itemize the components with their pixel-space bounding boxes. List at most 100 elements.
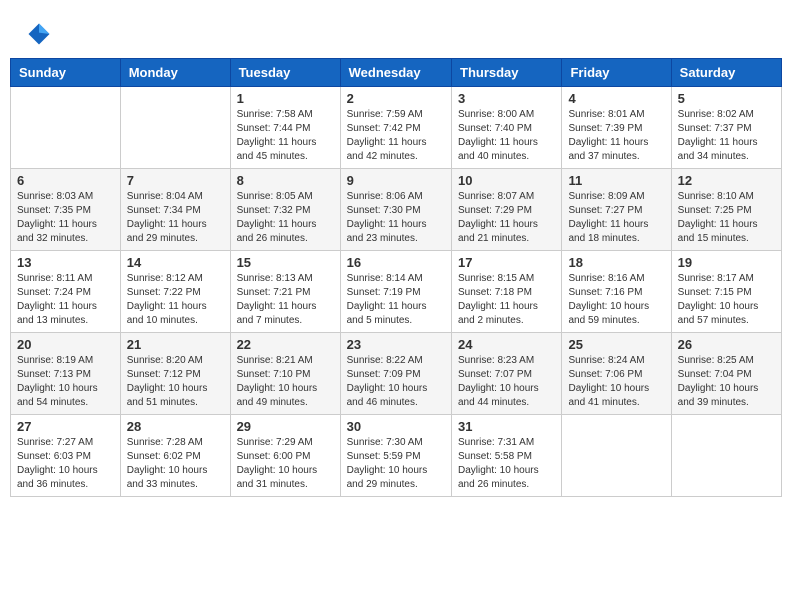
calendar-cell: 2 Sunrise: 7:59 AMSunset: 7:42 PMDaylight… <box>340 87 451 169</box>
day-number: 29 <box>237 419 334 434</box>
calendar-cell: 18 Sunrise: 8:16 AMSunset: 7:16 PMDayligh… <box>562 251 671 333</box>
day-number: 24 <box>458 337 555 352</box>
calendar-cell: 22 Sunrise: 8:21 AMSunset: 7:10 PMDayligh… <box>230 333 340 415</box>
calendar-cell: 9 Sunrise: 8:06 AMSunset: 7:30 PMDaylight… <box>340 169 451 251</box>
day-number: 31 <box>458 419 555 434</box>
calendar-cell: 30 Sunrise: 7:30 AMSunset: 5:59 PMDayligh… <box>340 415 451 497</box>
day-info: Sunrise: 8:23 AMSunset: 7:07 PMDaylight:… <box>458 354 555 410</box>
calendar-cell: 29Sunrise: 7:29 AMSunset: 6:00 PMDayligh… <box>230 415 340 497</box>
day-info: Sunrise: 8:13 AMSunset: 7:21 PMDaylight:… <box>237 272 334 328</box>
day-number: 1 <box>237 91 334 106</box>
day-header-saturday: Saturday <box>671 59 781 87</box>
day-header-thursday: Thursday <box>452 59 562 87</box>
day-number: 13 <box>17 255 114 270</box>
day-info: Sunrise: 8:03 AMSunset: 7:35 PMDaylight:… <box>17 190 114 246</box>
day-number: 28 <box>127 419 224 434</box>
day-header-friday: Friday <box>562 59 671 87</box>
calendar-cell: 14 Sunrise: 8:12 AMSunset: 7:22 PMDayligh… <box>120 251 230 333</box>
calendar-cell: 3 Sunrise: 8:00 AMSunset: 7:40 PMDaylight… <box>452 87 562 169</box>
day-info: Sunrise: 7:27 AMSunset: 6:03 PMDaylight:… <box>17 436 114 492</box>
day-number: 8 <box>237 173 334 188</box>
day-number: 18 <box>568 255 664 270</box>
day-info: Sunrise: 8:15 AMSunset: 7:18 PMDaylight:… <box>458 272 555 328</box>
day-info: Sunrise: 8:01 AMSunset: 7:39 PMDaylight:… <box>568 108 664 164</box>
day-info: Sunrise: 8:11 AMSunset: 7:24 PMDaylight:… <box>17 272 114 328</box>
day-header-monday: Monday <box>120 59 230 87</box>
day-info: Sunrise: 8:19 AMSunset: 7:13 PMDaylight:… <box>17 354 114 410</box>
day-number: 15 <box>237 255 334 270</box>
day-number: 22 <box>237 337 334 352</box>
calendar-cell <box>11 87 121 169</box>
day-info: Sunrise: 8:22 AMSunset: 7:09 PMDaylight:… <box>347 354 445 410</box>
calendar-cell: 12 Sunrise: 8:10 AMSunset: 7:25 PMDayligh… <box>671 169 781 251</box>
calendar-cell: 4 Sunrise: 8:01 AMSunset: 7:39 PMDaylight… <box>562 87 671 169</box>
day-info: Sunrise: 7:31 AMSunset: 5:58 PMDaylight:… <box>458 436 555 492</box>
day-number: 11 <box>568 173 664 188</box>
calendar-cell: 26Sunrise: 8:25 AMSunset: 7:04 PMDayligh… <box>671 333 781 415</box>
day-number: 2 <box>347 91 445 106</box>
day-info: Sunrise: 8:02 AMSunset: 7:37 PMDaylight:… <box>678 108 775 164</box>
day-number: 9 <box>347 173 445 188</box>
calendar-cell: 1 Sunrise: 7:58 AMSunset: 7:44 PMDaylight… <box>230 87 340 169</box>
day-info: Sunrise: 8:21 AMSunset: 7:10 PMDaylight:… <box>237 354 334 410</box>
day-info: Sunrise: 8:16 AMSunset: 7:16 PMDaylight:… <box>568 272 664 328</box>
day-info: Sunrise: 8:17 AMSunset: 7:15 PMDaylight:… <box>678 272 775 328</box>
logo-icon <box>25 20 53 48</box>
calendar-cell: 8 Sunrise: 8:05 AMSunset: 7:32 PMDaylight… <box>230 169 340 251</box>
day-number: 6 <box>17 173 114 188</box>
day-number: 26 <box>678 337 775 352</box>
day-number: 5 <box>678 91 775 106</box>
calendar-cell: 5 Sunrise: 8:02 AMSunset: 7:37 PMDaylight… <box>671 87 781 169</box>
day-number: 16 <box>347 255 445 270</box>
calendar-cell: 20 Sunrise: 8:19 AMSunset: 7:13 PMDayligh… <box>11 333 121 415</box>
day-number: 20 <box>17 337 114 352</box>
day-info: Sunrise: 8:05 AMSunset: 7:32 PMDaylight:… <box>237 190 334 246</box>
day-number: 10 <box>458 173 555 188</box>
day-number: 3 <box>458 91 555 106</box>
calendar-cell: 10 Sunrise: 8:07 AMSunset: 7:29 PMDayligh… <box>452 169 562 251</box>
day-info: Sunrise: 8:00 AMSunset: 7:40 PMDaylight:… <box>458 108 555 164</box>
calendar-cell: 11 Sunrise: 8:09 AMSunset: 7:27 PMDayligh… <box>562 169 671 251</box>
day-number: 17 <box>458 255 555 270</box>
day-number: 4 <box>568 91 664 106</box>
day-info: Sunrise: 7:28 AMSunset: 6:02 PMDaylight:… <box>127 436 224 492</box>
day-number: 25 <box>568 337 664 352</box>
day-number: 23 <box>347 337 445 352</box>
page-header <box>10 10 782 53</box>
day-number: 21 <box>127 337 224 352</box>
logo <box>25 20 57 48</box>
calendar-cell: 21 Sunrise: 8:20 AMSunset: 7:12 PMDayligh… <box>120 333 230 415</box>
day-info: Sunrise: 8:04 AMSunset: 7:34 PMDaylight:… <box>127 190 224 246</box>
day-number: 7 <box>127 173 224 188</box>
calendar: SundayMondayTuesdayWednesdayThursdayFrid… <box>10 58 782 497</box>
day-info: Sunrise: 8:20 AMSunset: 7:12 PMDaylight:… <box>127 354 224 410</box>
calendar-cell: 6 Sunrise: 8:03 AMSunset: 7:35 PMDaylight… <box>11 169 121 251</box>
day-info: Sunrise: 7:58 AMSunset: 7:44 PMDaylight:… <box>237 108 334 164</box>
day-info: Sunrise: 8:12 AMSunset: 7:22 PMDaylight:… <box>127 272 224 328</box>
calendar-cell: 24 Sunrise: 8:23 AMSunset: 7:07 PMDayligh… <box>452 333 562 415</box>
day-info: Sunrise: 7:59 AMSunset: 7:42 PMDaylight:… <box>347 108 445 164</box>
calendar-cell: 7 Sunrise: 8:04 AMSunset: 7:34 PMDaylight… <box>120 169 230 251</box>
day-info: Sunrise: 7:30 AMSunset: 5:59 PMDaylight:… <box>347 436 445 492</box>
calendar-cell: 31 Sunrise: 7:31 AMSunset: 5:58 PMDayligh… <box>452 415 562 497</box>
day-number: 30 <box>347 419 445 434</box>
calendar-cell: 15 Sunrise: 8:13 AMSunset: 7:21 PMDayligh… <box>230 251 340 333</box>
day-header-sunday: Sunday <box>11 59 121 87</box>
day-info: Sunrise: 8:14 AMSunset: 7:19 PMDaylight:… <box>347 272 445 328</box>
day-info: Sunrise: 8:07 AMSunset: 7:29 PMDaylight:… <box>458 190 555 246</box>
day-number: 14 <box>127 255 224 270</box>
day-info: Sunrise: 8:10 AMSunset: 7:25 PMDaylight:… <box>678 190 775 246</box>
day-number: 19 <box>678 255 775 270</box>
calendar-cell <box>120 87 230 169</box>
calendar-cell <box>562 415 671 497</box>
calendar-cell: 17 Sunrise: 8:15 AMSunset: 7:18 PMDayligh… <box>452 251 562 333</box>
day-number: 12 <box>678 173 775 188</box>
day-info: Sunrise: 8:06 AMSunset: 7:30 PMDaylight:… <box>347 190 445 246</box>
calendar-cell: 16 Sunrise: 8:14 AMSunset: 7:19 PMDayligh… <box>340 251 451 333</box>
calendar-cell: 13 Sunrise: 8:11 AMSunset: 7:24 PMDayligh… <box>11 251 121 333</box>
day-info: Sunrise: 8:24 AMSunset: 7:06 PMDaylight:… <box>568 354 664 410</box>
calendar-cell <box>671 415 781 497</box>
day-info: Sunrise: 8:09 AMSunset: 7:27 PMDaylight:… <box>568 190 664 246</box>
calendar-cell: 25 Sunrise: 8:24 AMSunset: 7:06 PMDayligh… <box>562 333 671 415</box>
day-header-wednesday: Wednesday <box>340 59 451 87</box>
